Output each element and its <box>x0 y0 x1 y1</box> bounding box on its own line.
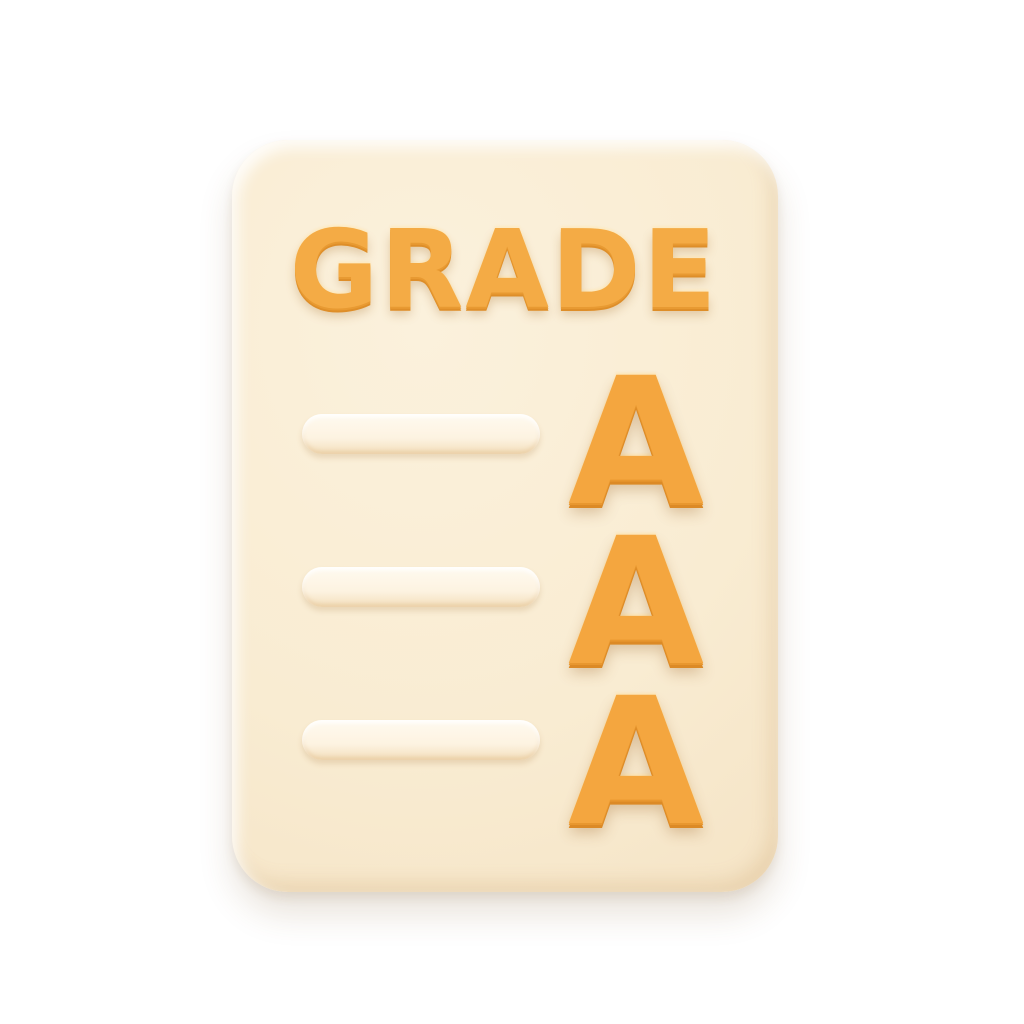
line-placeholder-bar-1 <box>302 414 540 454</box>
grade-title-text: GRADE <box>289 207 719 333</box>
grade-letter-3: A <box>567 660 705 865</box>
grade-letter-2: A <box>567 500 705 705</box>
grade-letter-1: A <box>567 340 705 545</box>
illustration-canvas: GRADE A A A <box>0 0 1024 1024</box>
grade-title: GRADE <box>0 200 1024 340</box>
line-placeholder-bar-2 <box>302 567 540 607</box>
line-placeholder-bar-3 <box>302 720 540 760</box>
